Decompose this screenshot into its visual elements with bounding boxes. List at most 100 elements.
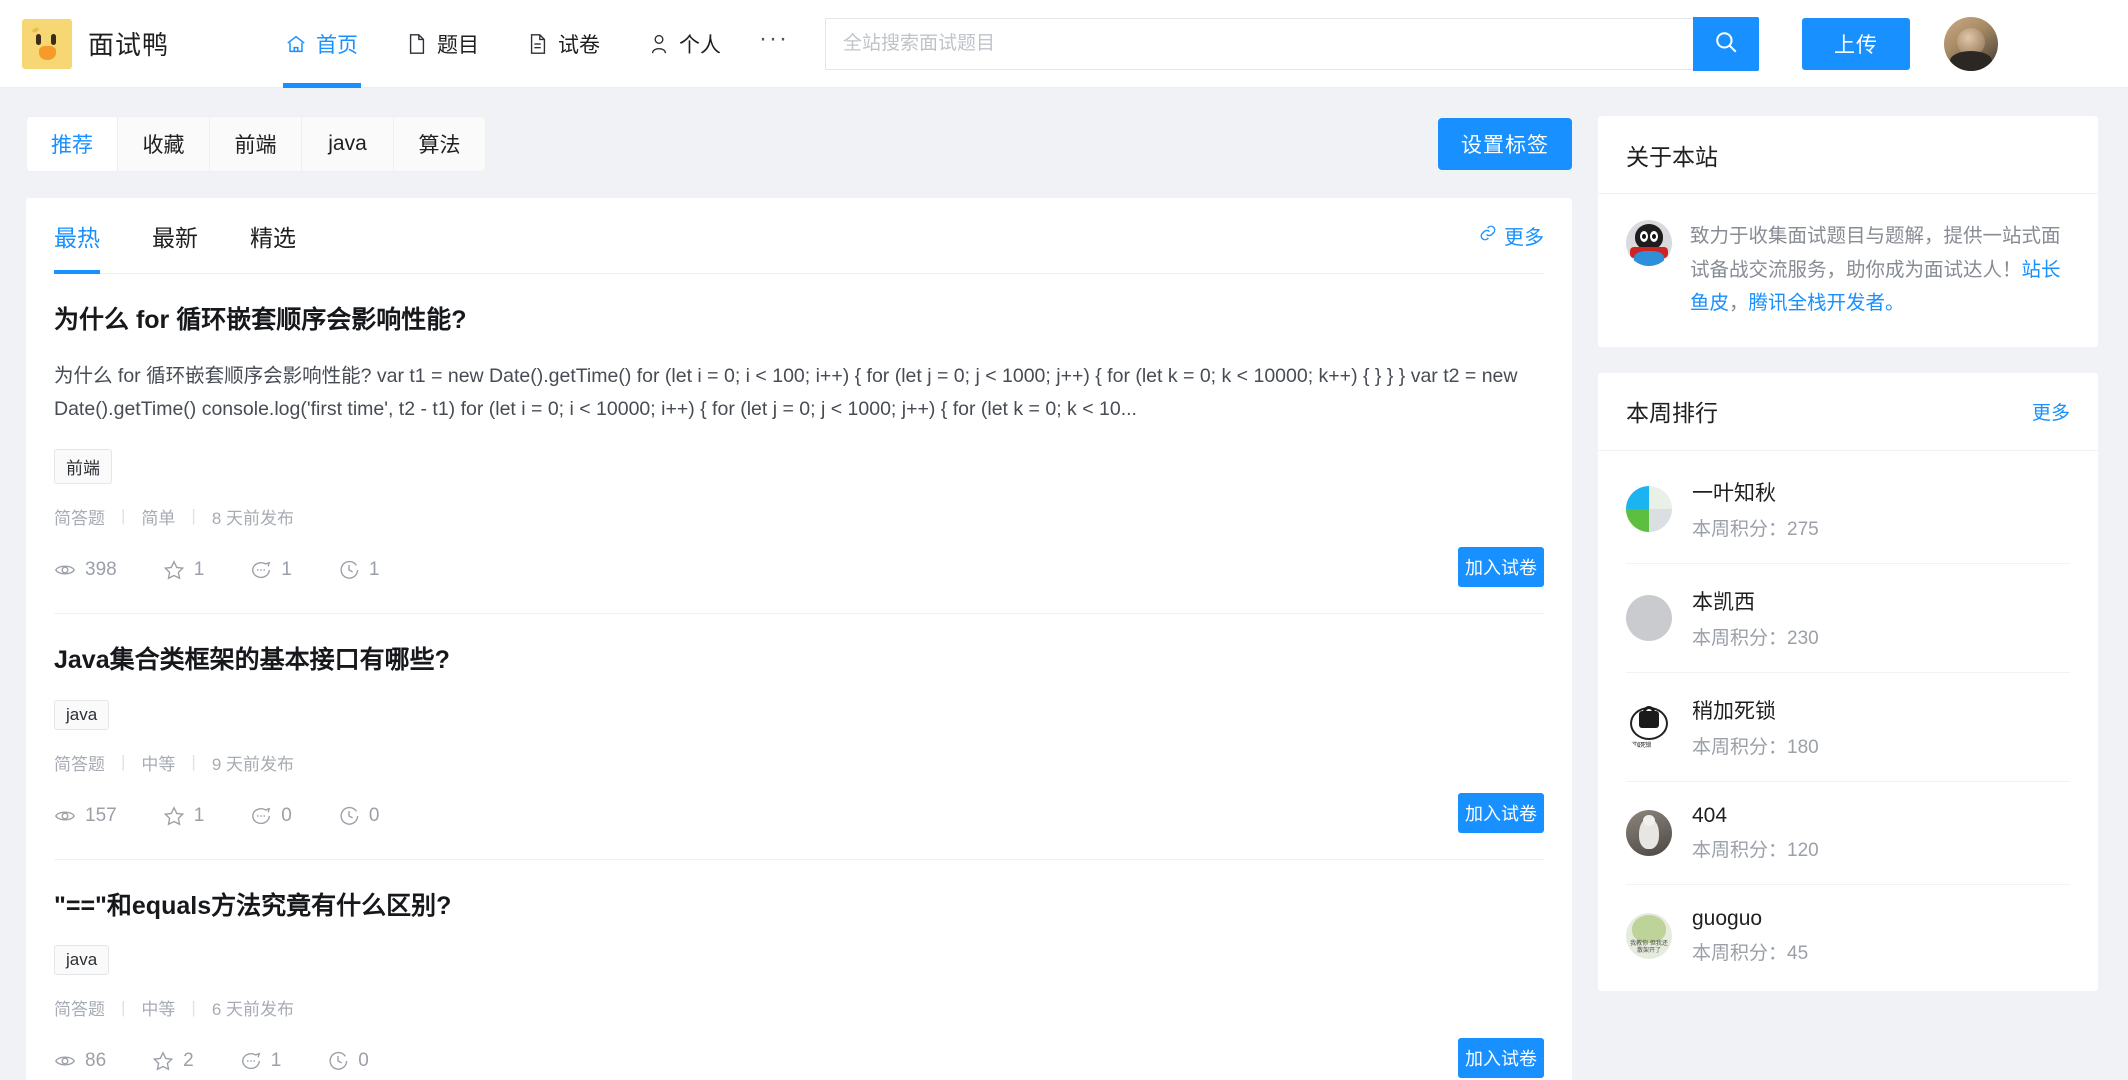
tab-hottest[interactable]: 最热 xyxy=(54,198,100,274)
nav-item-label: 首页 xyxy=(316,33,359,57)
question-title[interactable]: Java集合类框架的基本接口有哪些? xyxy=(54,644,1544,678)
question-difficulty: 中等 xyxy=(141,754,176,774)
rank-panel-header: 本周排行 更多 xyxy=(1598,373,2098,451)
tab-newest[interactable]: 最新 xyxy=(152,198,198,274)
nav-item-questions[interactable]: 题目 xyxy=(382,0,503,88)
quadrant-avatar xyxy=(1626,485,1672,532)
top-header: 面试鸭 首页 题目 试卷 个人 ··· 全站搜索面试题目 上传 xyxy=(0,0,2128,88)
stat-comments: 1 xyxy=(250,559,292,581)
nav-item-label: 试卷 xyxy=(558,33,601,57)
about-panel-title: 关于本站 xyxy=(1598,116,2098,194)
question-item: 为什么 for 循环嵌套顺序会影响性能? 为什么 for 循环嵌套顺序会影响性能… xyxy=(54,274,1544,614)
stat-stars: 1 xyxy=(163,558,205,581)
question-tag[interactable]: java xyxy=(54,945,110,976)
question-item: "=="和equals方法究竟有什么区别? java 简答题 | 中等 | 6 … xyxy=(54,860,1544,1080)
tag-tabs: 推荐 收藏 前端 java 算法 xyxy=(26,116,486,172)
nav-item-papers[interactable]: 试卷 xyxy=(503,0,624,88)
rank-list: 一叶知秋 本周积分：275 本凯西 本周积分：230 稍加死锁 稍加死锁 本周积… xyxy=(1598,451,2098,991)
duck-icon xyxy=(22,18,72,69)
question-stats: 86 2 1 0 加入试卷 xyxy=(54,1038,1544,1080)
question-tag[interactable]: 前端 xyxy=(54,448,112,484)
more-link[interactable]: 更多 xyxy=(1479,221,1544,250)
search-bar xyxy=(825,16,1759,71)
meta-separator: | xyxy=(121,506,126,526)
stat-history: 1 xyxy=(338,559,379,581)
question-type: 简答题 xyxy=(54,754,105,774)
clock-icon xyxy=(338,805,360,827)
star-icon xyxy=(163,805,185,827)
question-type: 简答题 xyxy=(54,508,105,528)
rank-score-value: 275 xyxy=(1787,518,1819,540)
upload-button[interactable]: 上传 xyxy=(1802,17,1910,70)
nav-item-personal[interactable]: 个人 xyxy=(624,0,745,88)
stat-value: 1 xyxy=(270,1050,282,1072)
meta-separator: | xyxy=(191,752,196,772)
join-paper-button[interactable]: 加入试卷 xyxy=(1458,1038,1544,1079)
question-meta: 简答题 | 中等 | 9 天前发布 xyxy=(54,750,1544,775)
question-tags: 前端 xyxy=(54,448,1544,484)
tag-tab-recommend[interactable]: 推荐 xyxy=(26,116,118,172)
rank-score-value: 120 xyxy=(1787,839,1819,861)
meta-separator: | xyxy=(121,997,126,1017)
nav-more-button[interactable]: ··· xyxy=(745,26,803,51)
nav-item-home[interactable]: 首页 xyxy=(261,0,382,88)
set-tag-button[interactable]: 设置标签 xyxy=(1438,118,1572,170)
rank-item[interactable]: 我教你 但我还 散架开了 guoguo 本周积分：45 xyxy=(1626,885,2070,987)
star-icon xyxy=(152,1050,174,1072)
stat-stars: 2 xyxy=(152,1050,194,1072)
rank-score-label: 本周积分： xyxy=(1692,518,1788,540)
tag-filter-bar: 推荐 收藏 前端 java 算法 设置标签 xyxy=(26,116,1572,172)
vegetable-avatar: 我教你 但我还 散架开了 xyxy=(1626,912,1672,959)
stat-comments: 1 xyxy=(240,1050,282,1072)
tag-tab-java[interactable]: java xyxy=(302,116,394,172)
about-link-company[interactable]: 腾讯全栈开发者。 xyxy=(1749,292,1905,314)
rank-item[interactable]: 404 本周积分：120 xyxy=(1626,782,2070,885)
clock-icon xyxy=(327,1050,349,1072)
user-avatar[interactable] xyxy=(1944,16,1998,71)
eye-icon xyxy=(54,559,76,581)
eye-icon xyxy=(54,805,76,827)
rank-user-name: 本凯西 xyxy=(1692,590,1755,614)
nav-item-label: 题目 xyxy=(437,33,480,57)
tab-featured[interactable]: 精选 xyxy=(250,198,296,274)
rank-score-label: 本周积分： xyxy=(1692,839,1788,861)
rank-user-score: 本周积分：45 xyxy=(1692,938,1808,965)
page-body: 推荐 收藏 前端 java 算法 设置标签 最热 最新 精选 更多 为什么 fo… xyxy=(0,88,2128,1080)
join-paper-button[interactable]: 加入试卷 xyxy=(1458,546,1544,587)
question-meta: 简答题 | 中等 | 6 天前发布 xyxy=(54,995,1544,1020)
tag-tab-favorites[interactable]: 收藏 xyxy=(118,116,210,172)
rank-score-label: 本周积分： xyxy=(1692,942,1788,964)
rank-item[interactable]: 本凯西 本周积分：230 xyxy=(1626,564,2070,673)
app-root: 面试鸭 首页 题目 试卷 个人 ··· 全站搜索面试题目 上传 推荐 收藏 前端… xyxy=(0,0,2128,1080)
plain-gray-avatar xyxy=(1626,594,1672,641)
search-button[interactable] xyxy=(1693,16,1759,71)
stat-stars: 1 xyxy=(163,804,205,827)
photo-avatar xyxy=(1626,809,1672,856)
question-item: Java集合类框架的基本接口有哪些? java 简答题 | 中等 | 9 天前发… xyxy=(54,614,1544,860)
more-link-label: 更多 xyxy=(1504,227,1544,249)
stat-value: 0 xyxy=(281,804,292,826)
stat-value: 1 xyxy=(193,804,205,826)
join-paper-button[interactable]: 加入试卷 xyxy=(1458,792,1544,833)
stat-comments: 0 xyxy=(250,805,292,827)
question-title[interactable]: "=="和equals方法究竟有什么区别? xyxy=(54,890,1544,924)
question-type: 简答题 xyxy=(54,1000,105,1020)
sort-tabs: 最热 最新 精选 更多 xyxy=(54,198,1544,274)
rank-more-link[interactable]: 更多 xyxy=(2032,398,2070,425)
comment-icon xyxy=(240,1050,262,1072)
stat-value: 0 xyxy=(368,804,380,826)
rank-item[interactable]: 稍加死锁 稍加死锁 本周积分：180 xyxy=(1626,673,2070,782)
question-title[interactable]: 为什么 for 循环嵌套顺序会影响性能? xyxy=(54,304,1544,338)
tag-tab-algorithm[interactable]: 算法 xyxy=(394,116,486,172)
link-icon xyxy=(1479,224,1497,248)
question-stats: 398 1 1 1 加入试卷 xyxy=(54,546,1544,593)
star-icon xyxy=(163,559,185,581)
tag-tab-frontend[interactable]: 前端 xyxy=(210,116,302,172)
home-icon xyxy=(285,33,307,55)
question-tag[interactable]: java xyxy=(54,699,110,730)
rank-item[interactable]: 一叶知秋 本周积分：275 xyxy=(1626,455,2070,564)
meta-separator: | xyxy=(121,752,126,772)
brand[interactable]: 面试鸭 xyxy=(22,18,169,69)
search-input[interactable] xyxy=(825,17,1693,70)
stat-value: 1 xyxy=(193,558,205,580)
